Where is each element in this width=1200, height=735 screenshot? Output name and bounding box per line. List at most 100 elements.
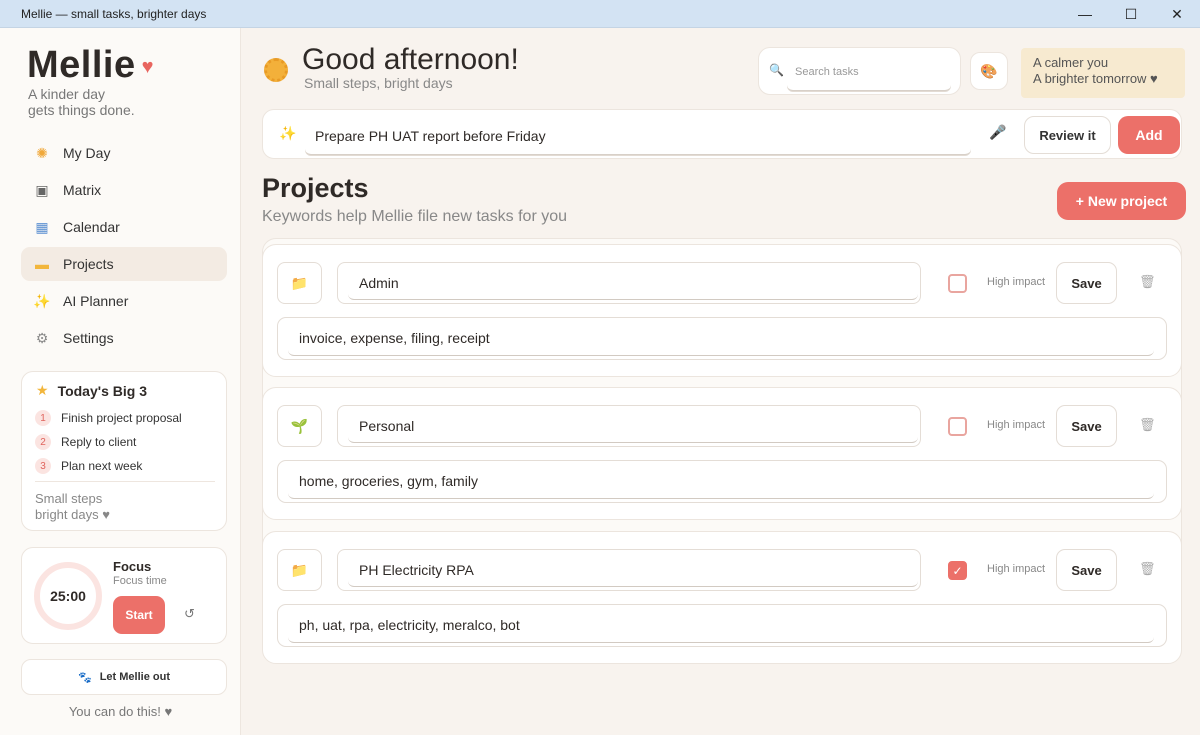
focus-card: 25:00 Focus Focus time Start ↺ bbox=[21, 547, 227, 644]
high-impact-label: High impact bbox=[987, 276, 1046, 288]
project-name-field[interactable]: Personal bbox=[337, 405, 921, 447]
sidebar-item-label: Calendar bbox=[63, 219, 120, 235]
search-input[interactable]: Search tasks bbox=[787, 53, 951, 91]
brand-tagline: A kinder day gets things done. bbox=[28, 86, 228, 118]
gear-icon: ⚙ bbox=[35, 329, 49, 346]
focus-timer-ring: 25:00 bbox=[34, 562, 102, 630]
item-number-badge: 3 bbox=[35, 458, 51, 474]
folder-icon: ▬ bbox=[35, 256, 49, 272]
tagline-line-1: A kinder day bbox=[28, 86, 106, 102]
sidebar-item-calendar[interactable]: ▦ Calendar bbox=[21, 210, 227, 244]
sidebar-item-label: Projects bbox=[63, 256, 114, 272]
minimize-button[interactable]: — bbox=[1062, 0, 1108, 28]
search-card: 🔍 Search tasks bbox=[758, 47, 961, 95]
project-name-input[interactable]: PH Electricity RPA bbox=[348, 553, 918, 587]
keywords-field[interactable]: ph, uat, rpa, electricity, meralco, bot bbox=[277, 604, 1167, 647]
sidebar-nav: ✺ My Day ▣ Matrix ▦ Calendar ▬ Projects ✨ AI Plan… bbox=[21, 136, 227, 358]
maximize-button[interactable]: ☐ bbox=[1108, 0, 1154, 28]
folder-icon[interactable]: 📁 bbox=[277, 549, 322, 591]
let-mellie-out-button[interactable]: 🐾 Let Mellie out bbox=[21, 659, 227, 695]
folder-icon[interactable]: 📁 bbox=[277, 262, 322, 304]
review-button[interactable]: Review it bbox=[1024, 116, 1111, 154]
sidebar-item-settings[interactable]: ⚙ Settings bbox=[21, 321, 227, 355]
high-impact-checkbox[interactable] bbox=[948, 417, 967, 436]
project-name-input[interactable]: Admin bbox=[348, 266, 918, 300]
note-line-1: A calmer you bbox=[1033, 55, 1109, 70]
tagline-line-2: gets things done. bbox=[28, 102, 135, 118]
project-name-input[interactable]: Personal bbox=[348, 409, 918, 443]
add-button[interactable]: Add bbox=[1118, 116, 1180, 154]
brand-logo: Mellie ♥ bbox=[27, 44, 153, 87]
sidebar-item-my-day[interactable]: ✺ My Day bbox=[21, 136, 227, 170]
new-project-button[interactable]: + New project bbox=[1057, 182, 1186, 220]
trash-icon[interactable]: 🗑 bbox=[1139, 417, 1156, 433]
big-three-footer: Small steps bright days ♥ bbox=[35, 491, 110, 523]
cheer-text: You can do this! ♥ bbox=[68, 704, 173, 719]
high-impact-label: High impact bbox=[987, 563, 1046, 575]
save-button[interactable]: Save bbox=[1056, 405, 1117, 447]
keywords-field[interactable]: invoice, expense, filing, receipt bbox=[277, 317, 1167, 360]
note-line-2: A brighter tomorrow ♥ bbox=[1033, 71, 1158, 86]
big-three-item[interactable]: 3 Plan next week bbox=[35, 454, 215, 478]
sidebar-item-projects[interactable]: ▬ Projects bbox=[21, 247, 227, 281]
footer-line-2: bright days ♥ bbox=[35, 507, 110, 522]
big-three-card: ★ Today's Big 3 1 Finish project proposal… bbox=[21, 371, 227, 531]
heart-icon: ♥ bbox=[141, 56, 154, 78]
high-impact-checkbox[interactable] bbox=[948, 274, 967, 293]
divider bbox=[35, 481, 215, 482]
microphone-icon[interactable]: 🎤 bbox=[989, 124, 1006, 141]
save-button[interactable]: Save bbox=[1056, 262, 1117, 304]
trash-icon[interactable]: 🗑 bbox=[1139, 274, 1156, 290]
big-three-item[interactable]: 1 Finish project proposal bbox=[35, 406, 215, 430]
star-icon: ★ bbox=[36, 382, 49, 398]
sprout-icon[interactable]: 🌱 bbox=[277, 405, 322, 447]
project-card: 🌱 Personal High impact Save 🗑 home, groceries… bbox=[262, 387, 1182, 520]
paw-icon: 🐾 bbox=[78, 671, 92, 684]
search-icon: 🔍 bbox=[769, 63, 784, 77]
focus-subtitle: Focus time bbox=[113, 575, 167, 587]
sidebar: Mellie ♥ A kinder day gets things done. … bbox=[0, 28, 241, 735]
focus-timer: 25:00 bbox=[50, 588, 86, 604]
project-name-field[interactable]: Admin bbox=[337, 262, 921, 304]
keywords-input[interactable]: ph, uat, rpa, electricity, meralco, bot bbox=[288, 608, 1154, 643]
big-three-title: Today's Big 3 bbox=[57, 382, 147, 399]
window-titlebar: Mellie — small tasks, brighter days — ☐ … bbox=[0, 0, 1200, 28]
sun-icon bbox=[264, 58, 288, 82]
keywords-input[interactable]: home, groceries, gym, family bbox=[288, 464, 1154, 499]
sidebar-item-matrix[interactable]: ▣ Matrix bbox=[21, 173, 227, 207]
big-three-item-text: Plan next week bbox=[61, 459, 143, 473]
main-content: Good afternoon! Small steps, bright days… bbox=[242, 28, 1200, 735]
save-button[interactable]: Save bbox=[1056, 549, 1117, 591]
big-three-item-text: Reply to client bbox=[61, 435, 137, 449]
greeting: Good afternoon! bbox=[302, 43, 519, 76]
quick-add-bar: ✨ Prepare PH UAT report before Friday 🎤 … bbox=[262, 109, 1182, 159]
close-button[interactable]: ✕ bbox=[1154, 0, 1200, 28]
motivation-note: A calmer you A brighter tomorrow ♥ bbox=[1021, 48, 1185, 98]
quick-add-input[interactable]: Prepare PH UAT report before Friday bbox=[305, 117, 971, 155]
page-subtitle: Keywords help Mellie file new tasks for … bbox=[262, 208, 568, 225]
project-card: 📁 PH Electricity RPA ✓ High impact Save 🗑 ph, … bbox=[262, 531, 1182, 664]
keywords-field[interactable]: home, groceries, gym, family bbox=[277, 460, 1167, 503]
sparkle-icon: ✨ bbox=[279, 125, 297, 141]
sidebar-item-label: My Day bbox=[63, 145, 111, 161]
big-three-item-text: Finish project proposal bbox=[61, 411, 182, 425]
sidebar-item-ai-planner[interactable]: ✨ AI Planner bbox=[21, 284, 227, 318]
start-focus-button[interactable]: Start bbox=[113, 596, 165, 634]
keywords-input[interactable]: invoice, expense, filing, receipt bbox=[288, 321, 1154, 356]
sparkle-icon: ✨ bbox=[33, 292, 51, 309]
big-three-item[interactable]: 2 Reply to client bbox=[35, 430, 215, 454]
sun-icon: ✺ bbox=[36, 144, 48, 161]
greeting-subtitle: Small steps, bright days bbox=[304, 75, 453, 91]
high-impact-checkbox[interactable]: ✓ bbox=[948, 561, 967, 580]
project-name-field[interactable]: PH Electricity RPA bbox=[337, 549, 921, 591]
project-list: 📁 Admin High impact Save 🗑 invoice, expense, … bbox=[262, 238, 1182, 664]
big-three-list: 1 Finish project proposal 2 Reply to client… bbox=[35, 406, 215, 478]
focus-title: Focus bbox=[113, 559, 152, 574]
palette-icon[interactable]: 🎨 bbox=[970, 52, 1008, 90]
page-title: Projects bbox=[262, 173, 369, 203]
let-mellie-out-label: Let Mellie out bbox=[99, 671, 170, 683]
reset-icon[interactable]: ↺ bbox=[184, 606, 195, 622]
trash-icon[interactable]: 🗑 bbox=[1139, 561, 1156, 577]
footer-line-1: Small steps bbox=[35, 491, 103, 506]
sidebar-item-label: Settings bbox=[63, 330, 114, 346]
